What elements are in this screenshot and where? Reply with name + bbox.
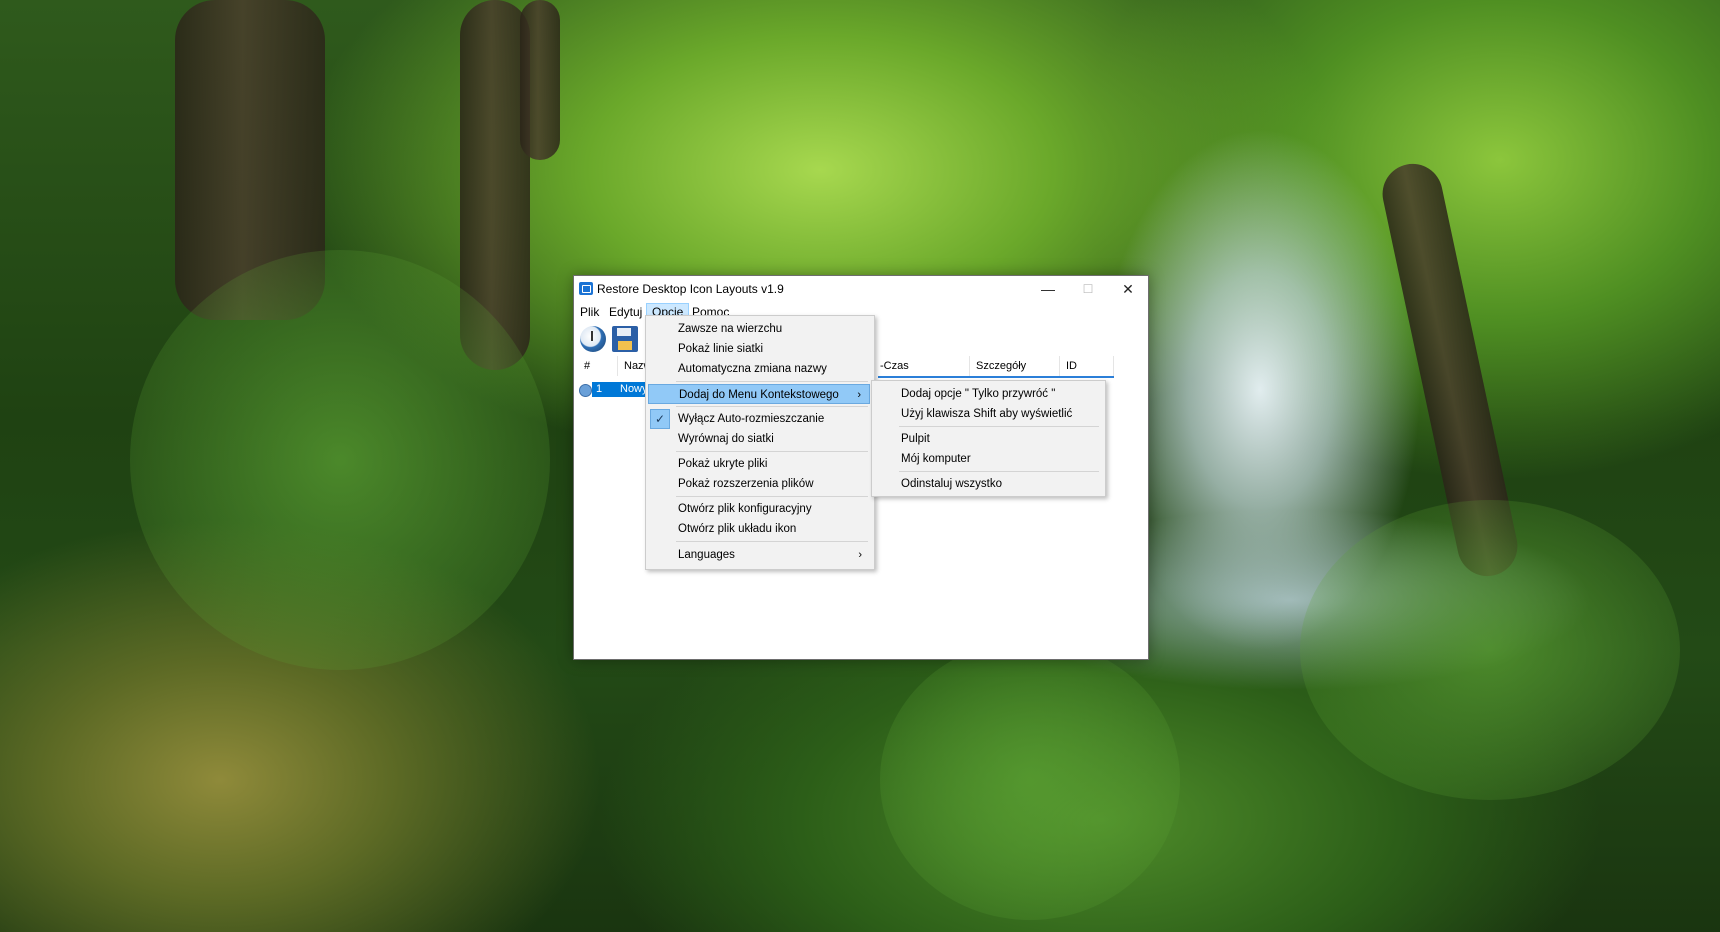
chevron-right-icon: › xyxy=(858,549,862,561)
menu-item-open-config-file[interactable]: Otwórz plik konfiguracyjny xyxy=(648,499,870,519)
menu-edytuj[interactable]: Edytuj xyxy=(604,304,647,321)
column-header-datetime[interactable]: -Czas xyxy=(874,356,970,376)
maximize-button[interactable]: ☐ xyxy=(1068,276,1108,302)
menu-item-show-hidden-files[interactable]: Pokaż ukryte pliki xyxy=(648,454,870,474)
restore-icon[interactable] xyxy=(580,326,606,352)
column-header-details[interactable]: Szczegóły xyxy=(970,356,1060,376)
chevron-right-icon: › xyxy=(857,389,861,401)
menu-item-show-file-extensions[interactable]: Pokaż rozszerzenia plików xyxy=(648,474,870,494)
menu-item-align-to-grid[interactable]: Wyrównaj do siatki xyxy=(648,429,870,449)
submenu-item-my-computer[interactable]: Mój komputer xyxy=(874,449,1102,469)
save-icon[interactable] xyxy=(612,326,638,352)
header-underline xyxy=(878,376,1114,378)
column-header-number[interactable]: # xyxy=(578,356,618,376)
menu-item-disable-auto-arrange[interactable]: ✓ Wyłącz Auto-rozmieszczanie xyxy=(648,409,870,429)
title-bar[interactable]: Restore Desktop Icon Layouts v1.9 — ☐ ✕ xyxy=(574,276,1148,302)
submenu-item-uninstall-all[interactable]: Odinstaluj wszystko xyxy=(874,474,1102,494)
menu-item-always-on-top[interactable]: Zawsze na wierzchu xyxy=(648,319,870,339)
minimize-button[interactable]: — xyxy=(1028,276,1068,302)
options-dropdown-menu: Zawsze na wierzchu Pokaż linie siatki Au… xyxy=(645,315,875,570)
menu-item-languages[interactable]: Languages › xyxy=(648,545,870,565)
row-number: 1 xyxy=(592,382,616,397)
menu-separator xyxy=(676,451,868,452)
menu-item-show-grid-lines[interactable]: Pokaż linie siatki xyxy=(648,339,870,359)
submenu-item-desktop[interactable]: Pulpit xyxy=(874,429,1102,449)
submenu-item-use-shift-key[interactable]: Użyj klawisza Shift aby wyświetlić xyxy=(874,404,1102,424)
menu-item-add-to-context-menu[interactable]: Dodaj do Menu Kontekstowego › xyxy=(648,384,870,404)
row-name: Nowy xyxy=(616,382,646,397)
menu-separator xyxy=(676,541,868,542)
app-icon xyxy=(579,282,593,295)
menu-item-auto-rename[interactable]: Automatyczna zmiana nazwy xyxy=(648,359,870,379)
menu-separator xyxy=(676,496,868,497)
context-menu-submenu: Dodaj opcje " Tylko przywróć " Użyj klaw… xyxy=(871,380,1106,497)
layout-icon xyxy=(579,384,592,397)
menu-separator xyxy=(899,471,1099,472)
menu-separator xyxy=(676,381,868,382)
menu-plik[interactable]: Plik xyxy=(575,304,604,321)
column-header-id[interactable]: ID xyxy=(1060,356,1114,376)
window-title: Restore Desktop Icon Layouts v1.9 xyxy=(597,282,784,296)
menu-separator xyxy=(899,426,1099,427)
column-header-name[interactable]: Nazw xyxy=(618,356,652,376)
submenu-item-add-restore-only[interactable]: Dodaj opcje " Tylko przywróć " xyxy=(874,384,1102,404)
close-button[interactable]: ✕ xyxy=(1108,276,1148,302)
menu-item-open-layout-file[interactable]: Otwórz plik układu ikon xyxy=(648,519,870,539)
menu-separator xyxy=(676,406,868,407)
check-icon: ✓ xyxy=(650,409,670,429)
